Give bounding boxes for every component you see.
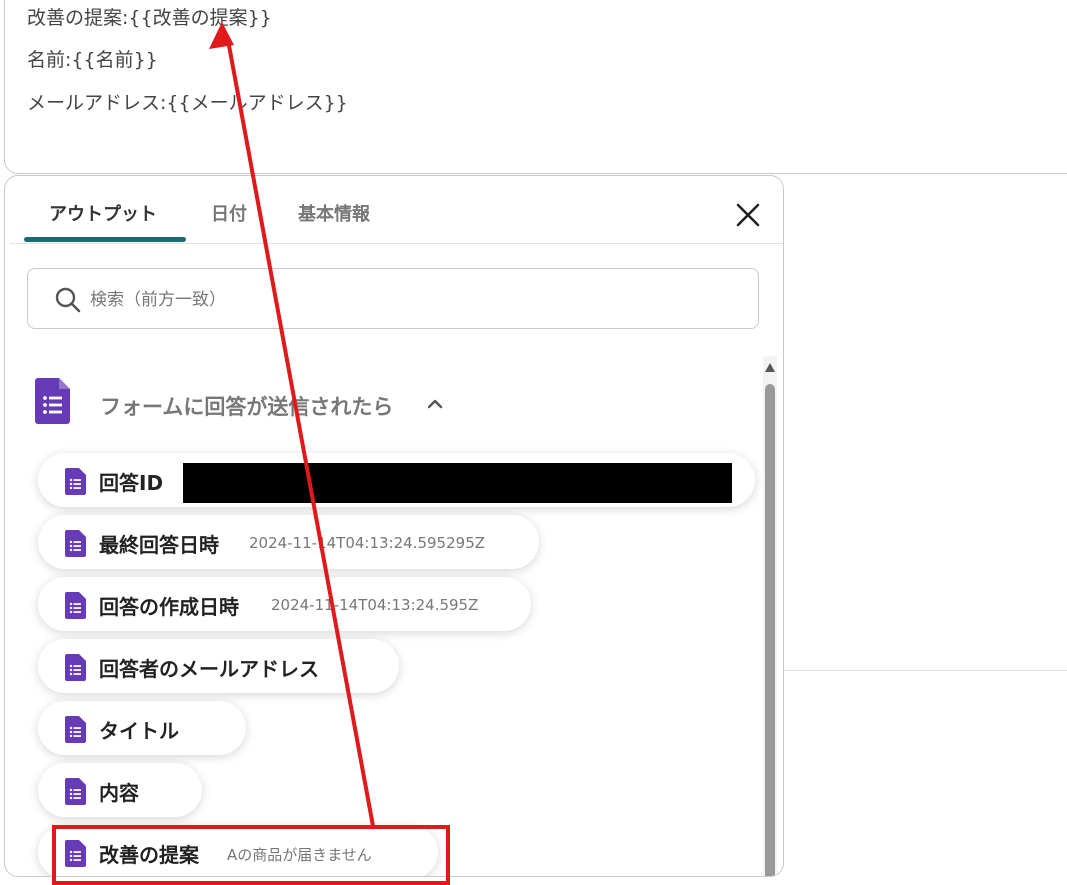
output-item-value: 2024-11-14T04:13:24.595Z (271, 596, 479, 614)
google-forms-icon (65, 592, 86, 619)
google-forms-icon (65, 716, 86, 743)
google-forms-icon (65, 840, 86, 867)
output-item-value: Aの商品が届きません (227, 846, 372, 864)
google-forms-icon (35, 378, 70, 424)
search-icon (55, 287, 81, 313)
google-forms-icon (65, 654, 86, 681)
output-item-label: 回答ID (99, 471, 164, 495)
message-template-editor[interactable]: 改善の提案:{{改善の提案}} 名前:{{名前}} メールアドレス:{{メールア… (4, 0, 1067, 174)
template-line-name: 名前:{{名前}} (27, 49, 158, 71)
output-item-title[interactable]: タイトル (38, 701, 246, 755)
output-item-created-time[interactable]: 回答の作成日時 2024-11-14T04:13:24.595Z (38, 577, 531, 631)
output-item-label: 回答者のメールアドレス (99, 657, 319, 681)
template-line-email: メールアドレス:{{メールアドレス}} (27, 92, 348, 114)
close-icon[interactable] (731, 198, 765, 232)
output-item-response-id[interactable]: 回答ID (38, 453, 755, 507)
output-picker-popup: アウトプット 日付 基本情報 フォームに回答が送信されたら (4, 175, 784, 877)
tab-divider (10, 243, 783, 244)
output-item-last-response-time[interactable]: 最終回答日時 2024-11-14T04:13:24.595295Z (38, 515, 539, 569)
redacted-value (183, 463, 732, 503)
search-input[interactable] (88, 279, 732, 321)
group-title: フォームに回答が送信されたら (100, 395, 394, 419)
output-item-respondent-email[interactable]: 回答者のメールアドレス (38, 639, 399, 693)
output-item-label: 回答の作成日時 (99, 595, 239, 619)
output-item-label: 最終回答日時 (99, 533, 219, 557)
output-item-label: タイトル (99, 719, 179, 743)
google-forms-icon (65, 468, 86, 495)
active-tab-indicator (24, 237, 186, 242)
output-item-label: 内容 (99, 781, 139, 805)
google-forms-icon (65, 778, 86, 805)
output-item-content[interactable]: 内容 (38, 763, 202, 817)
template-line-suggestion: 改善の提案:{{改善の提案}} (27, 7, 272, 29)
tab-basic-info[interactable]: 基本情報 (298, 200, 370, 226)
background-divider (783, 670, 1067, 671)
tab-bar: アウトプット 日付 基本情報 (5, 176, 783, 243)
output-item-label: 改善の提案 (99, 843, 199, 867)
output-item-value: 2024-11-14T04:13:24.595295Z (249, 534, 486, 552)
scroll-up-arrow-icon[interactable] (765, 363, 775, 372)
tab-date[interactable]: 日付 (211, 200, 247, 226)
tab-output[interactable]: アウトプット (49, 200, 157, 226)
chevron-up-icon[interactable] (425, 394, 445, 414)
form-trigger-group-header[interactable]: フォームに回答が送信されたら (35, 378, 485, 428)
search-box[interactable] (27, 268, 759, 329)
output-item-improvement-suggestion[interactable]: 改善の提案 Aの商品が届きません (38, 825, 438, 876)
google-forms-icon (65, 530, 86, 557)
scrollbar-thumb[interactable] (765, 384, 775, 876)
